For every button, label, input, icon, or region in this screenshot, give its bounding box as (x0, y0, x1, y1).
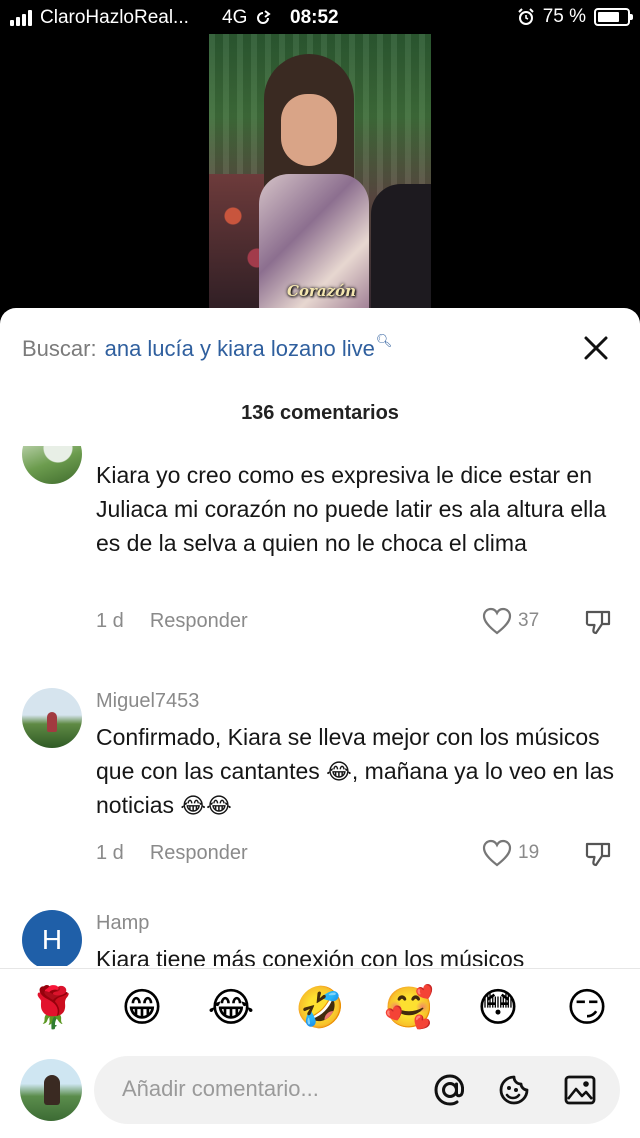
grin-emoji-button[interactable]: 😁 (117, 983, 167, 1033)
comment-input-placeholder: Añadir comentario... (122, 1076, 319, 1101)
reply-button[interactable]: Responder (150, 842, 248, 865)
like-count: 37 (518, 610, 540, 631)
like-count: 19 (518, 842, 540, 863)
video-thumbnail[interactable]: Corazón (209, 34, 431, 308)
reply-button[interactable]: Responder (150, 610, 248, 633)
alarm-icon (517, 8, 534, 25)
battery-icon (594, 8, 633, 26)
mention-icon[interactable] (432, 1072, 468, 1108)
comment-text: Confirmado, Kiara se lleva mejor con los… (96, 720, 626, 822)
battery-percent: 75 % (542, 6, 586, 27)
my-avatar (20, 1059, 82, 1121)
image-icon[interactable] (562, 1072, 598, 1108)
heart-icon (482, 839, 512, 867)
comment-text: Kiara tiene más conexión con los músicos (96, 946, 525, 966)
tears-of-joy-emoji-button[interactable]: 😂 (206, 983, 256, 1033)
search-label: Buscar: (22, 336, 97, 361)
carrier-name: ClaroHazloReal... (40, 7, 189, 28)
vpn-icon (257, 10, 272, 24)
heart-icon (482, 607, 512, 635)
clock: 08:52 (290, 7, 339, 28)
like-button[interactable]: 37 (482, 607, 539, 635)
laughing-emoji: 😂 (326, 759, 352, 784)
comments-sheet: Buscar: ana lucía y kiara lozano live 🔍︎… (0, 308, 640, 1138)
avatar[interactable] (22, 446, 82, 484)
flushed-emoji-button[interactable]: 😳 (473, 983, 523, 1033)
search-icon: 🔍︎ (375, 333, 393, 348)
like-button[interactable]: 19 (482, 839, 539, 867)
comment-username[interactable]: Miguel7453 (96, 690, 199, 713)
rose-emoji-button[interactable]: 🌹 (28, 983, 78, 1033)
avatar[interactable] (22, 688, 82, 748)
rofl-emoji-button[interactable]: 🤣 (295, 983, 345, 1033)
laughing-emoji: 😂😂 (180, 793, 232, 818)
comment-text: Kiara yo creo como es expresiva le dice … (96, 462, 607, 556)
smirk-emoji-button[interactable]: 😏 (562, 983, 612, 1033)
dislike-icon[interactable] (584, 840, 612, 868)
close-icon[interactable] (582, 334, 610, 362)
comment-count: 136 comentarios (241, 402, 399, 424)
comment-age: 1 d (96, 610, 124, 632)
comment-age: 1 d (96, 842, 124, 864)
emoji-quick-bar: 🌹 😁 😂 🤣 🥰 😳 😏 (0, 968, 640, 1048)
dislike-icon[interactable] (584, 608, 612, 636)
comment-input[interactable]: Añadir comentario... (94, 1056, 620, 1124)
avatar[interactable]: H (22, 910, 82, 966)
search-query[interactable]: ana lucía y kiara lozano live (105, 336, 375, 362)
emoji-picker-icon[interactable] (496, 1072, 532, 1108)
comment-username[interactable]: Hamp (96, 912, 149, 935)
signal-icon (10, 10, 32, 26)
video-caption: Corazón (287, 282, 356, 300)
network-type: 4G (222, 7, 248, 28)
search-suggestion[interactable]: Buscar: ana lucía y kiara lozano live 🔍︎ (22, 333, 393, 362)
smiling-hearts-emoji-button[interactable]: 🥰 (384, 983, 434, 1033)
comment-list[interactable]: Kiara yo creo como es expresiva le dice … (0, 446, 640, 966)
avatar-letter: H (41, 924, 63, 955)
status-bar: ClaroHazloReal... 4G 08:52 75 % (0, 0, 640, 36)
